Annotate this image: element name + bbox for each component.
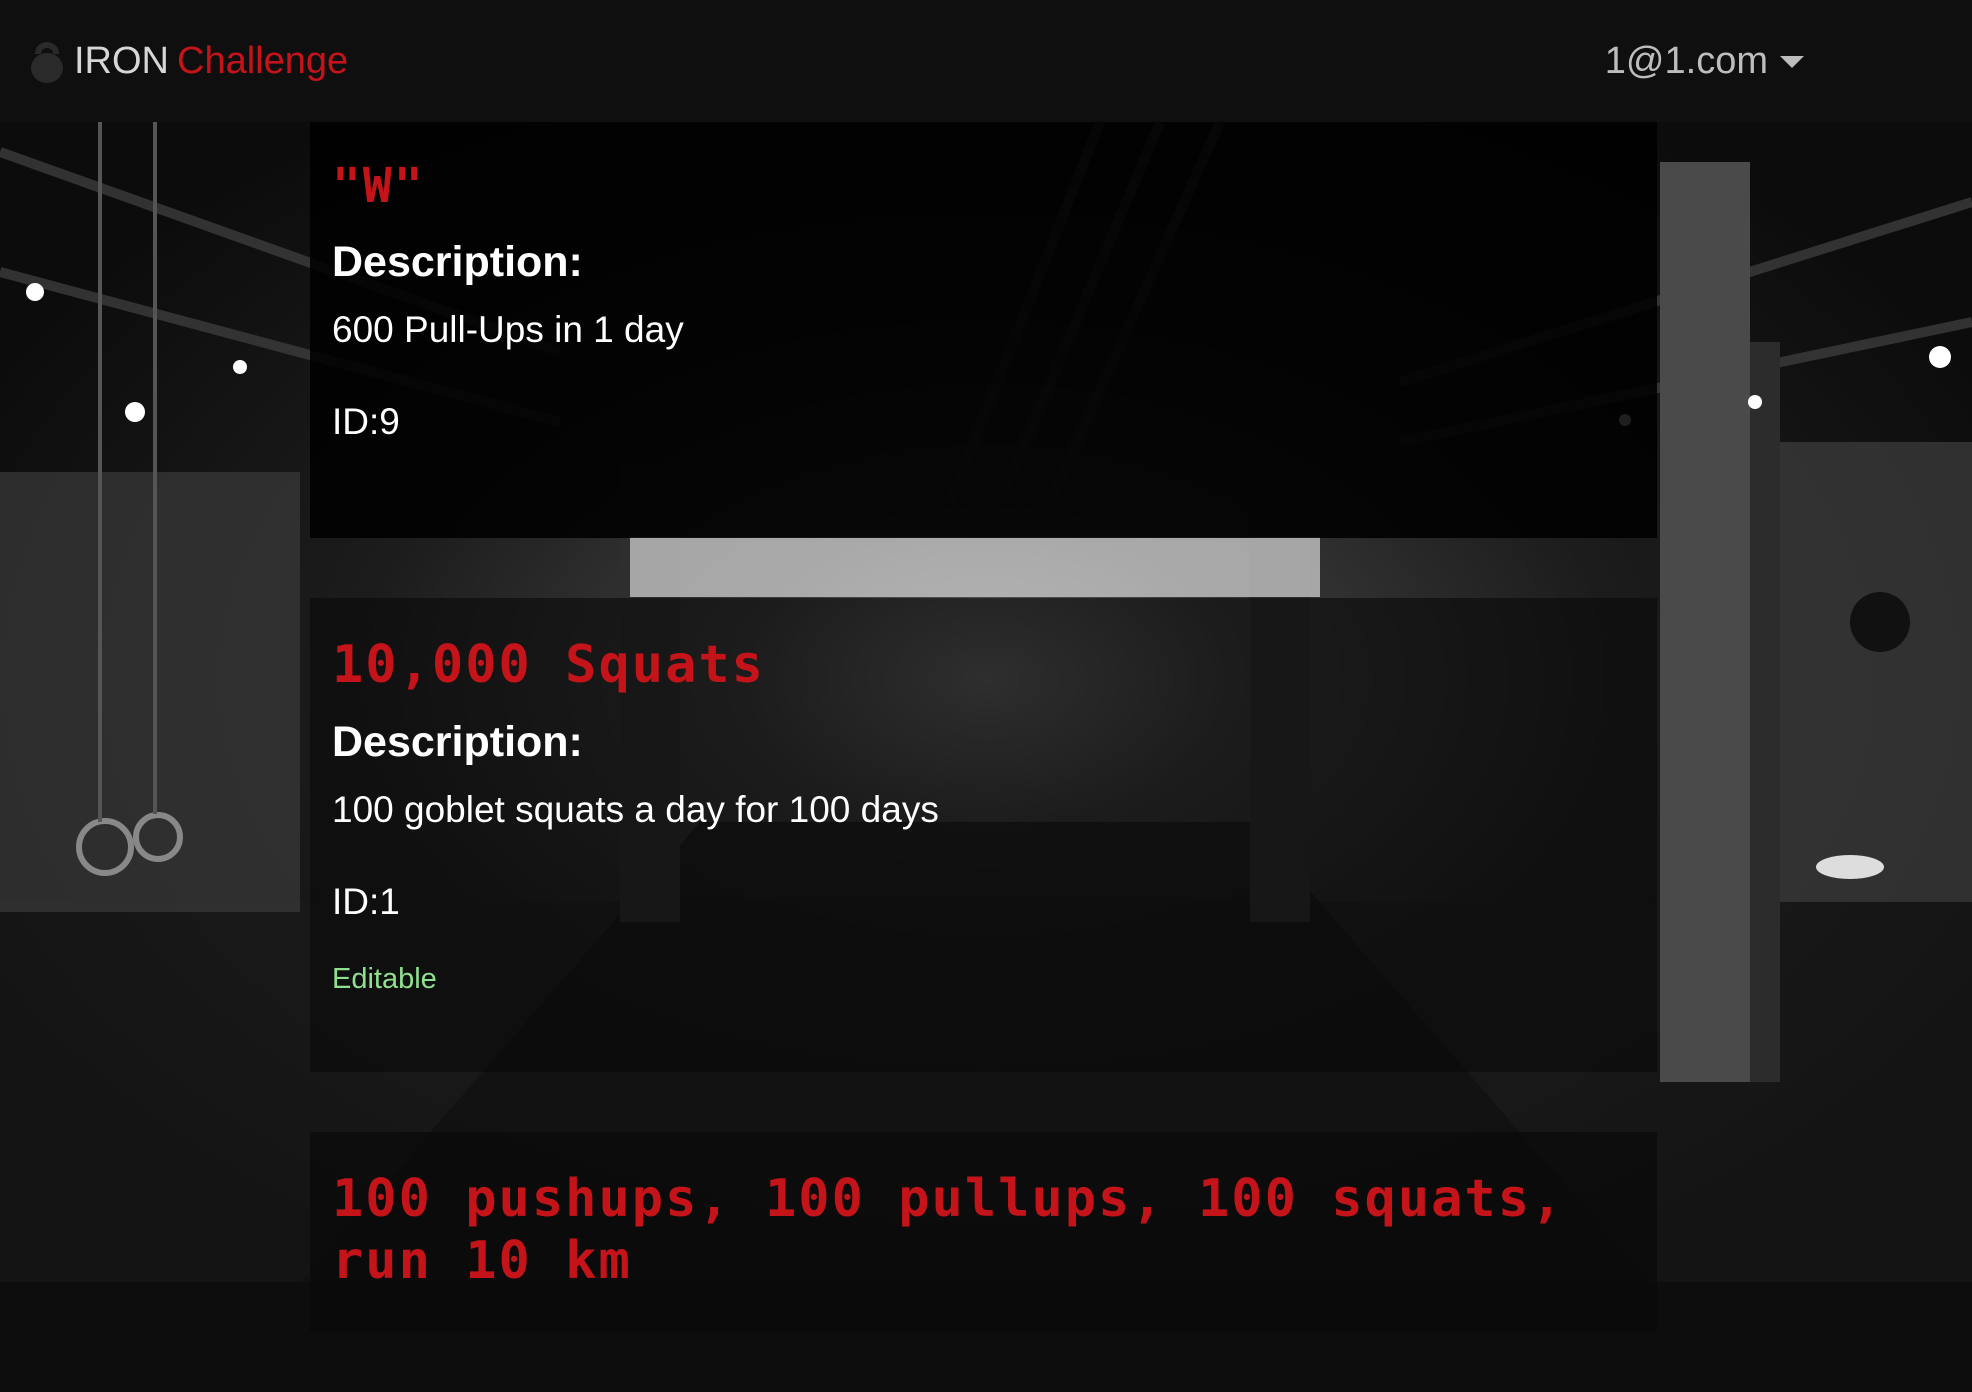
challenge-card[interactable]: 100 pushups, 100 pullups, 100 squats, ru… (310, 1132, 1657, 1332)
description-heading: Description: (332, 237, 583, 286)
brand-logo-link[interactable]: IRON Challenge (28, 38, 348, 84)
brand-text-iron: IRON (74, 39, 169, 82)
description-heading: Description: (332, 718, 583, 767)
challenge-list: "W" Description: 600 Pull-Ups in 1 day I… (310, 122, 1657, 1392)
challenge-id: ID:1 (332, 881, 400, 923)
kettlebell-icon (28, 38, 66, 84)
challenge-title: "W" (332, 158, 425, 214)
editable-link[interactable]: Editable (332, 963, 1635, 996)
user-menu-dropdown[interactable]: 1@1.com (1605, 40, 1804, 83)
challenge-card[interactable]: 10,000 Squats Description: 100 goblet sq… (310, 598, 1657, 1072)
challenge-id: ID:9 (332, 400, 400, 442)
challenge-title: 10,000 Squats (332, 635, 765, 695)
challenge-description: 600 Pull-Ups in 1 day (332, 308, 684, 350)
caret-down-icon (1780, 56, 1804, 68)
brand-text-challenge: Challenge (177, 39, 349, 82)
top-navbar: IRON Challenge 1@1.com (0, 0, 1972, 122)
challenge-description: 100 goblet squats a day for 100 days (332, 789, 939, 831)
challenge-title: 100 pushups, 100 pullups, 100 squats, ru… (332, 1169, 1565, 1292)
user-email: 1@1.com (1604, 39, 1768, 82)
challenge-card[interactable]: "W" Description: 600 Pull-Ups in 1 day I… (310, 122, 1657, 538)
